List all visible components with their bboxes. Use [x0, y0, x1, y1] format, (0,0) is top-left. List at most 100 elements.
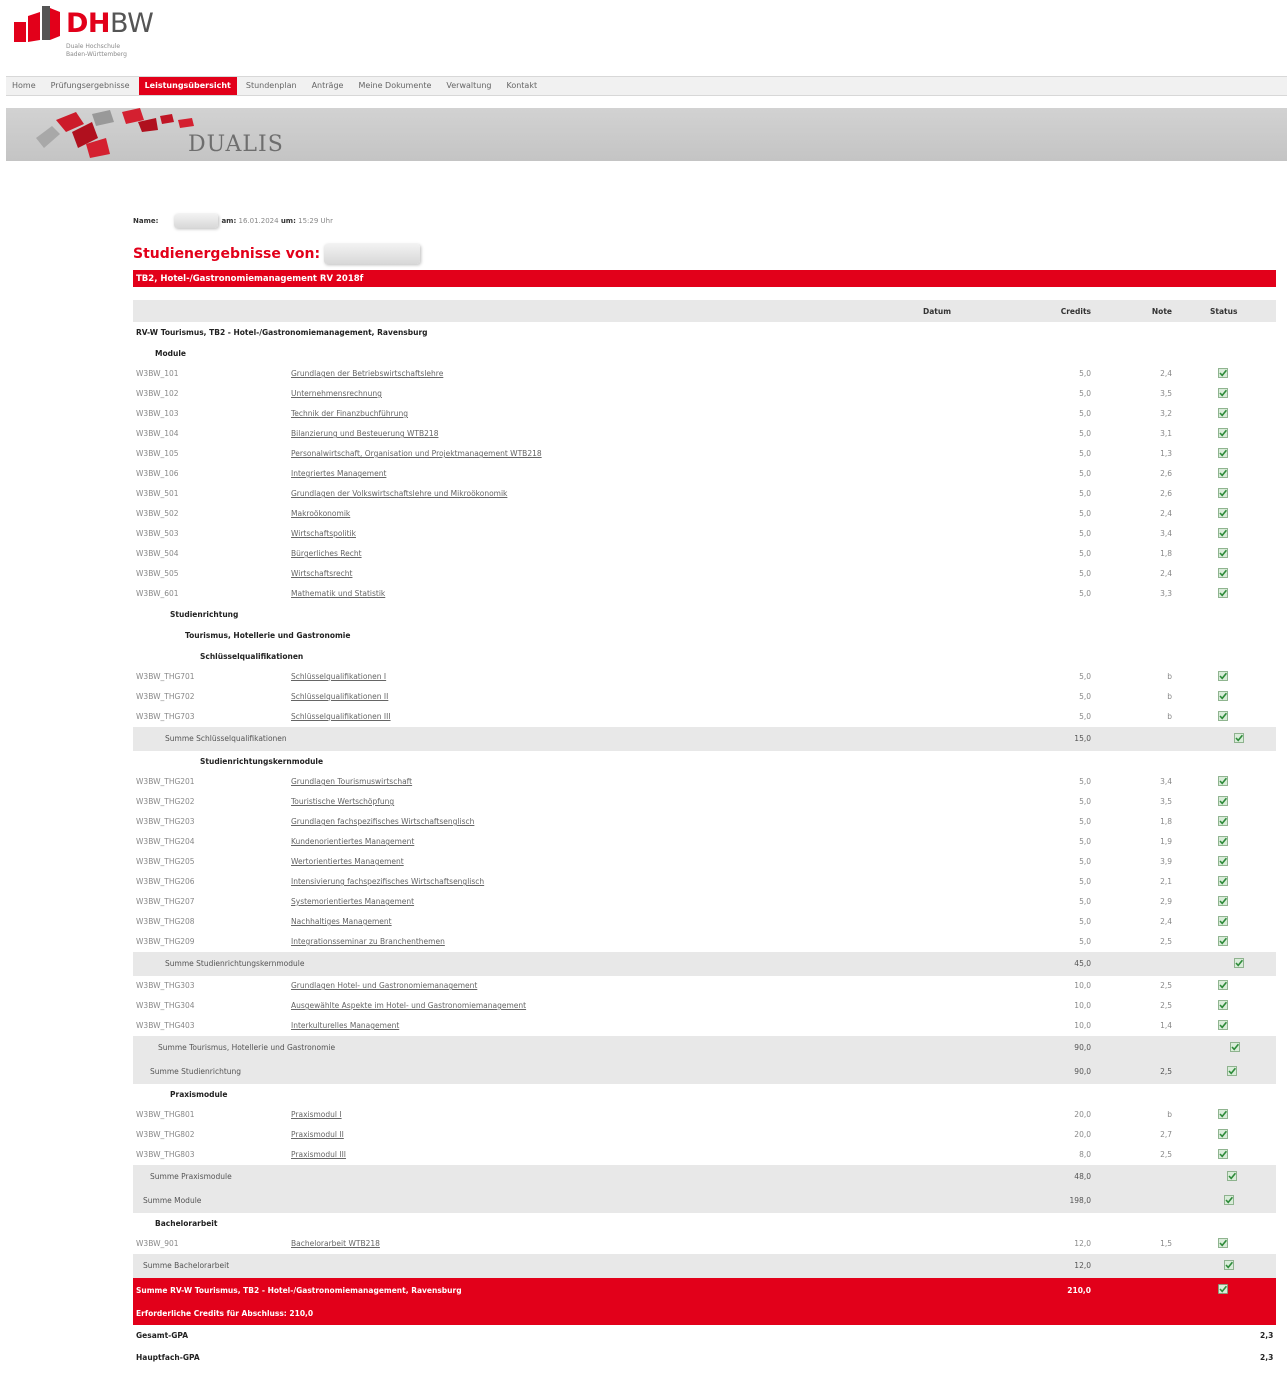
- module-name-link[interactable]: Schlüsselqualifikationen I: [291, 672, 386, 681]
- module-row: W3BW_103 Technik der Finanzbuchführung 5,0…: [133, 404, 1276, 424]
- module-code: W3BW_THG201: [136, 777, 195, 786]
- program-header: TB2, Hotel-/Gastronomiemanagement RV 201…: [136, 274, 364, 284]
- module-name-link[interactable]: Systemorientiertes Management: [291, 897, 414, 906]
- module-credits: 5,0: [1079, 917, 1091, 926]
- nav-item-5[interactable]: Meine Dokumente: [352, 77, 437, 95]
- status-cell: [1218, 448, 1228, 460]
- module-row: W3BW_901 Bachelorarbeit WTB218 12,0 1,5: [133, 1234, 1276, 1254]
- status-cell: [1218, 776, 1228, 788]
- nav-item-1[interactable]: Prüfungsergebnisse: [45, 77, 136, 95]
- nav-item-0[interactable]: Home: [6, 77, 42, 95]
- dhbw-logo-mark-icon: [14, 6, 60, 42]
- module-name-link[interactable]: Praxismodul III: [291, 1150, 346, 1159]
- nav-item-2[interactable]: Leistungsübersicht: [138, 77, 237, 95]
- required-credits-row: Erforderliche Credits für Abschluss: 210…: [133, 1303, 1276, 1325]
- module-name-link[interactable]: Bilanzierung und Besteuerung WTB218: [291, 429, 438, 438]
- module-name-link[interactable]: Ausgewählte Aspekte im Hotel- und Gastro…: [291, 1001, 526, 1010]
- module-name-link[interactable]: Wertorientiertes Management: [291, 857, 404, 866]
- module-code: W3BW_502: [136, 509, 179, 518]
- module-code: W3BW_503: [136, 529, 179, 538]
- module-credits: 5,0: [1079, 449, 1091, 458]
- checkbox-checked-icon: [1218, 528, 1228, 538]
- module-row: W3BW_THG702 Schlüsselqualifikationen II 5,…: [133, 687, 1276, 707]
- checkbox-checked-icon: [1218, 428, 1228, 438]
- nav-item-6[interactable]: Verwaltung: [440, 77, 497, 95]
- module-note: 2,6: [1160, 489, 1172, 498]
- module-name-link[interactable]: Touristische Wertschöpfung: [291, 797, 394, 806]
- module-row: W3BW_THG703 Schlüsselqualifikationen III 5…: [133, 707, 1276, 727]
- checkbox-checked-icon: [1218, 1000, 1228, 1010]
- checkbox-checked-icon: [1218, 1238, 1228, 1248]
- module-name-link[interactable]: Schlüsselqualifikationen III: [291, 712, 391, 721]
- module-name-link[interactable]: Bachelorarbeit WTB218: [291, 1239, 380, 1248]
- checkbox-checked-icon: [1218, 1149, 1228, 1159]
- status-cell: [1230, 1042, 1240, 1054]
- module-row: W3BW_THG206 Intensivierung fachspezifisch…: [133, 872, 1276, 892]
- sum-row: Summe Studienrichtung 90,0 2,5: [133, 1060, 1276, 1084]
- section-label: Tourismus, Hotellerie und Gastronomie: [185, 630, 351, 640]
- module-name-link[interactable]: Makroökonomik: [291, 509, 350, 518]
- module-row: W3BW_THG803 Praxismodul III 8,0 2,5: [133, 1145, 1276, 1165]
- module-name-link[interactable]: Grundlagen fachspezifisches Wirtschaftse…: [291, 817, 474, 826]
- module-name-link[interactable]: Praxismodul I: [291, 1110, 342, 1119]
- module-name-link[interactable]: Kundenorientiertes Management: [291, 837, 414, 846]
- module-credits: 8,0: [1079, 1150, 1091, 1159]
- col-credits: Credits: [1060, 307, 1091, 316]
- dhbw-subtitle: Duale Hochschule Baden-Württemberg: [66, 43, 127, 58]
- module-name-link[interactable]: Bürgerliches Recht: [291, 549, 362, 558]
- status-cell: [1218, 856, 1228, 868]
- module-name-link[interactable]: Grundlagen Tourismuswirtschaft: [291, 777, 412, 786]
- checkbox-checked-icon: [1218, 468, 1228, 478]
- status-cell: [1218, 428, 1228, 440]
- checkbox-checked-icon: [1218, 896, 1228, 906]
- results-table: TB2, Hotel-/Gastronomiemanagement RV 201…: [133, 270, 1276, 1369]
- checkbox-checked-icon: [1218, 1283, 1228, 1294]
- module-name-link[interactable]: Nachhaltiges Management: [291, 917, 392, 926]
- nav-item-4[interactable]: Anträge: [306, 77, 350, 95]
- dhbw-logo[interactable]: DHBW Duale Hochschule Baden-Württemberg: [14, 6, 214, 64]
- status-cell: [1218, 1283, 1228, 1296]
- module-code: W3BW_THG304: [136, 1001, 195, 1010]
- gpa-label: Gesamt-GPA: [136, 1331, 189, 1340]
- module-credits: 20,0: [1074, 1110, 1091, 1119]
- nav-item-3[interactable]: Stundenplan: [240, 77, 303, 95]
- module-name-link[interactable]: Mathematik und Statistik: [291, 589, 385, 598]
- gpa-label: Hauptfach-GPA: [136, 1353, 200, 1362]
- main-navigation: Home Prüfungsergebnisse Leistungsübersicht…: [6, 76, 1287, 96]
- module-row: W3BW_504 Bürgerliches Recht 5,0 1,8: [133, 544, 1276, 564]
- status-cell: [1218, 468, 1228, 480]
- section-label: RV-W Tourismus, TB2 - Hotel-/Gastronomie…: [136, 327, 428, 337]
- module-name-link[interactable]: Wirtschaftsrecht: [291, 569, 352, 578]
- section-label: Studienrichtung: [170, 609, 239, 619]
- sum-label: Summe Studienrichtung: [150, 1067, 242, 1076]
- module-name-link[interactable]: Technik der Finanzbuchführung: [291, 409, 408, 418]
- module-credits: 5,0: [1079, 389, 1091, 398]
- module-code: W3BW_101: [136, 369, 179, 378]
- date-label: am:: [221, 217, 237, 225]
- module-name-link[interactable]: Grundlagen der Betriebswirtschaftslehre: [291, 369, 443, 378]
- module-credits: 5,0: [1079, 777, 1091, 786]
- module-name-link[interactable]: Unternehmensrechnung: [291, 389, 382, 398]
- module-name-link[interactable]: Intensivierung fachspezifisches Wirtscha…: [291, 877, 484, 886]
- module-credits: 5,0: [1079, 529, 1091, 538]
- checkbox-checked-icon: [1227, 1171, 1237, 1181]
- module-credits: 5,0: [1079, 509, 1091, 518]
- module-name-link[interactable]: Wirtschaftspolitik: [291, 529, 356, 538]
- module-name-link[interactable]: Praxismodul II: [291, 1130, 344, 1139]
- program-total-credits: 210,0: [1067, 1285, 1091, 1295]
- status-cell: [1218, 936, 1228, 948]
- module-name-link[interactable]: Integriertes Management: [291, 469, 386, 478]
- module-credits: 5,0: [1079, 409, 1091, 418]
- module-row: W3BW_THG209 Integrationsseminar zu Branch…: [133, 932, 1276, 952]
- module-credits: 5,0: [1079, 857, 1091, 866]
- module-name-link[interactable]: Grundlagen der Volkswirtschaftslehre und…: [291, 489, 507, 498]
- module-name-link[interactable]: Integrationsseminar zu Branchenthemen: [291, 937, 445, 946]
- module-row: W3BW_104 Bilanzierung und Besteuerung WTB…: [133, 424, 1276, 444]
- module-name-link[interactable]: Interkulturelles Management: [291, 1021, 399, 1030]
- status-cell: [1218, 1238, 1228, 1250]
- nav-item-7[interactable]: Kontakt: [500, 77, 543, 95]
- module-name-link[interactable]: Schlüsselqualifikationen II: [291, 692, 388, 701]
- module-name-link[interactable]: Personalwirtschaft, Organisation und Pro…: [291, 449, 542, 458]
- module-name-link[interactable]: Grundlagen Hotel- und Gastronomiemanagem…: [291, 981, 477, 990]
- section-row: RV-W Tourismus, TB2 - Hotel-/Gastronomie…: [133, 322, 1276, 343]
